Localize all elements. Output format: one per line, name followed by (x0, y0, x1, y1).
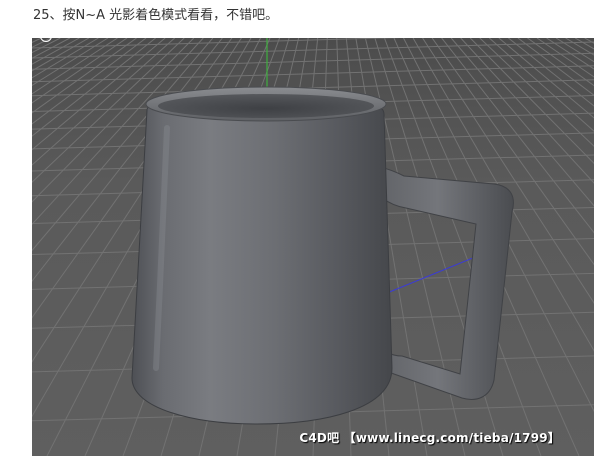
tutorial-caption: 25、按N~A 光影着色模式看看，不错吧。 (33, 8, 279, 23)
mug-body (131, 89, 393, 425)
page: 25、按N~A 光影着色模式看看，不错吧。 C4D吧 【www.linecg.c… (0, 0, 594, 456)
circle-handle-icon[interactable] (40, 30, 52, 42)
mug-opening (158, 94, 374, 118)
3d-viewport[interactable]: C4D吧 【www.linecg.com/tieba/1799】 (32, 38, 594, 456)
viewport-canvas (32, 38, 594, 456)
watermark-text: C4D吧 【www.linecg.com/tieba/1799】 (299, 431, 560, 445)
